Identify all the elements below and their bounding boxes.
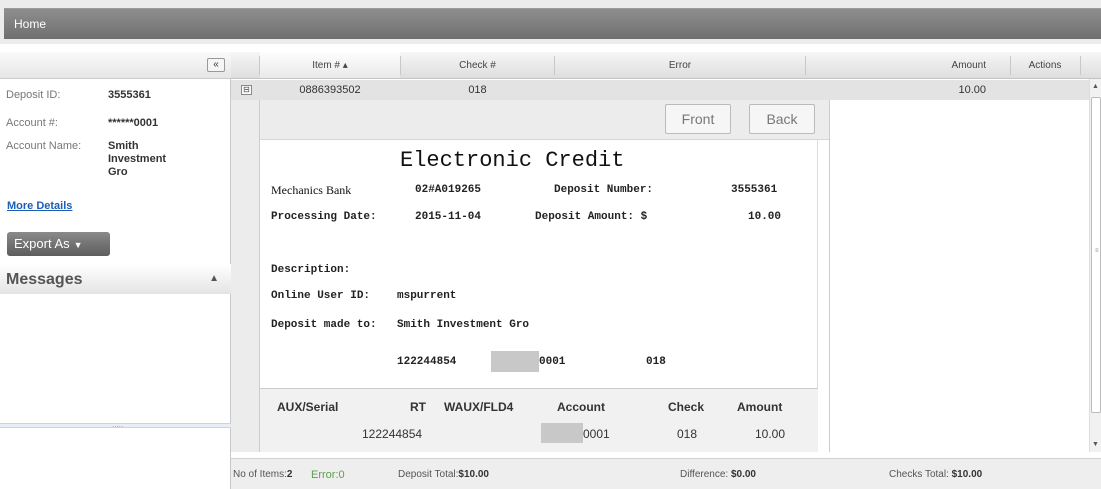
splitter-grip: ..... xyxy=(112,420,124,429)
checks-total-label: Checks Total: xyxy=(889,469,949,480)
micr-account: 0001 xyxy=(539,356,566,368)
check-fields-table: AUX/Serial RT WAUX/FLD4 Account Check Am… xyxy=(260,388,818,452)
export-as-button[interactable]: Export As ▼ xyxy=(7,232,110,256)
chevron-down-icon: ▼ xyxy=(73,240,83,250)
deposit-number-value: 3555361 xyxy=(731,184,778,196)
cell-check: 018 xyxy=(677,427,698,441)
detail-right-pane xyxy=(829,100,1087,452)
items-value: 2 xyxy=(286,469,293,480)
deposit-made-value: Smith Investment Gro xyxy=(397,319,530,331)
messages-header[interactable]: Messages ▲ xyxy=(0,264,231,294)
header-check: Check xyxy=(668,400,705,414)
header-rt: RT xyxy=(410,400,426,414)
bank-name: Mechanics Bank xyxy=(271,183,352,197)
row-amount: 10.00 xyxy=(958,84,986,96)
account-name-label: Account Name: xyxy=(6,140,82,152)
micr-routing: 122244854 xyxy=(397,356,457,368)
account-value: ******0001 xyxy=(108,117,159,129)
column-check[interactable]: Check # xyxy=(401,60,554,71)
deposit-total-label: Deposit Total: xyxy=(398,469,459,480)
items-count: No of Items:2 xyxy=(233,469,292,480)
row-check-number: 018 xyxy=(468,84,487,96)
deposit-id-label: Deposit ID: xyxy=(6,89,61,101)
deposit-number-label: Deposit Number: xyxy=(554,184,654,196)
error-value: 0 xyxy=(338,469,345,481)
account-name-value: Smith Investment Gro xyxy=(108,140,167,178)
cell-rt: 122244854 xyxy=(362,427,423,441)
sidebar: « Deposit ID: 3555361 Account #: ******0… xyxy=(0,52,231,489)
redacted-block xyxy=(541,423,583,443)
micr-check: 018 xyxy=(646,356,666,368)
error-count: Error:0 xyxy=(311,469,345,481)
grip-icon: ≡ xyxy=(1095,248,1099,254)
account-label: Account #: xyxy=(6,117,58,129)
row-item-number: 0886393502 xyxy=(299,84,361,96)
image-side-toolbar: Front Back xyxy=(260,100,829,140)
deposit-id-value: 3555361 xyxy=(108,89,151,101)
check-detail-panel: Front Back Electronic Credit Mechanics B… xyxy=(260,100,829,452)
column-actions: Actions xyxy=(1028,60,1062,71)
column-amount[interactable]: Amount xyxy=(806,60,1016,71)
processing-date-label: Processing Date: xyxy=(271,211,377,223)
difference-label: Difference: xyxy=(680,469,729,480)
totals-footer: No of Items:2 Error:0 Deposit Total:$10.… xyxy=(231,458,1101,489)
header-waux-fld4: WAUX/FLD4 xyxy=(444,400,514,414)
checks-total: Checks Total: $10.00 xyxy=(889,469,982,480)
cell-amount: 10.00 xyxy=(755,427,786,441)
column-error[interactable]: Error xyxy=(555,60,805,71)
header-aux-serial: AUX/Serial xyxy=(277,400,339,414)
scroll-up-icon[interactable]: ▲ xyxy=(1092,83,1099,90)
more-details-link[interactable]: More Details xyxy=(7,200,72,212)
export-as-label: Export As xyxy=(14,236,70,251)
redacted-block xyxy=(491,351,539,372)
messages-splitter[interactable]: ..... xyxy=(0,420,231,429)
credit-title: Electronic Credit xyxy=(400,148,625,173)
detail-indent xyxy=(231,100,260,452)
vertical-scrollbar[interactable]: ▲ ≡ ▼ xyxy=(1089,79,1101,452)
collapse-up-icon[interactable]: ▲ xyxy=(209,273,219,284)
check-image: Electronic Credit Mechanics Bank 02#A019… xyxy=(260,140,818,388)
table-row[interactable]: ⊟ 0886393502 018 10.00 xyxy=(231,80,1089,100)
online-user-label: Online User ID: xyxy=(271,290,371,302)
description-label: Description: xyxy=(271,264,351,276)
column-separator xyxy=(1080,56,1081,75)
scroll-thumb[interactable]: ≡ xyxy=(1091,97,1101,413)
top-bar: Home xyxy=(0,0,1101,44)
messages-title: Messages xyxy=(6,271,83,288)
deposit-total: Deposit Total:$10.00 xyxy=(398,469,489,480)
deposit-made-label: Deposit made to: xyxy=(271,319,377,331)
column-item-sortable[interactable]: Item # ▴ xyxy=(260,52,400,78)
deposit-total-value: $10.00 xyxy=(458,469,489,480)
difference-value: $0.00 xyxy=(730,469,756,480)
error-label: Error: xyxy=(311,469,339,481)
bank-code: 02#A019265 xyxy=(415,184,482,196)
home-label[interactable]: Home xyxy=(14,17,46,31)
checks-total-value: $10.00 xyxy=(951,469,983,480)
scroll-down-icon[interactable]: ▼ xyxy=(1092,441,1099,448)
back-button[interactable]: Back xyxy=(749,104,815,134)
grid-header: Item # ▴ Check # Error Amount Actions xyxy=(231,52,1101,79)
processing-date-value: 2015-11-04 xyxy=(415,211,482,223)
deposit-amount-label: Deposit Amount: $ xyxy=(535,211,648,223)
header-amount: Amount xyxy=(737,400,783,414)
collapse-sidebar-icon[interactable]: « xyxy=(207,58,225,72)
header-account: Account xyxy=(557,400,605,414)
online-user-value: mspurrent xyxy=(397,290,457,302)
sidebar-header: « xyxy=(0,52,231,79)
items-label: No of Items: xyxy=(233,469,287,480)
home-bar[interactable]: Home xyxy=(4,8,1101,39)
deposit-amount-value: 10.00 xyxy=(748,211,782,223)
cell-account: 0001 xyxy=(583,427,610,441)
expand-row-icon[interactable]: ⊟ xyxy=(241,85,252,95)
difference: Difference: $0.00 xyxy=(680,469,756,480)
front-button[interactable]: Front xyxy=(665,104,731,134)
